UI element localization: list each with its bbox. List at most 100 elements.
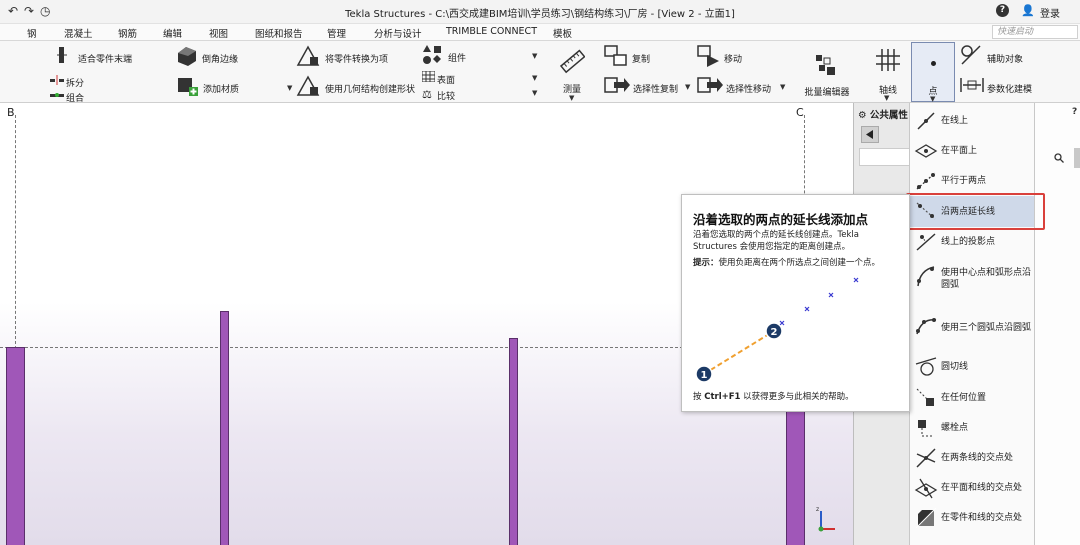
projected-point-icon [916,233,936,251]
right-panel: ? [1034,103,1080,545]
scrollbar[interactable] [1074,148,1080,168]
add-material-button[interactable]: 添加材质 [203,82,239,95]
tab-drawings-reports[interactable]: 图纸和报告 [255,26,303,40]
tooltip-title: 沿着选取的两点的延长线添加点 [693,212,869,227]
batch-editor-button[interactable]: 批量编辑器 [801,85,853,98]
fit-part-end-button[interactable]: 适合零件末端 [78,52,132,65]
column-member[interactable] [6,347,25,545]
parallel-points-icon [916,172,936,190]
tooltip-illustration: 1 2 [695,277,859,383]
title-bar: ↶ ↷ ◷ Tekla Structures - C:\西交成建BIM培训\学员… [0,0,1080,24]
construction-objects-button[interactable]: 辅助对象 [987,52,1023,65]
chevron-down-icon[interactable]: ▼ [532,74,537,82]
split-button[interactable]: 拆分 [66,76,84,89]
chevron-down-icon[interactable]: ▼ [884,94,889,102]
part-line-intersection-icon [915,507,937,529]
menu-item-bolt-points[interactable]: 螺栓点 [910,413,1034,443]
point-icon [931,61,936,66]
tab-trimble-connect[interactable]: TRIMBLE CONNECT [446,26,537,37]
tab-concrete[interactable]: 混凝土 [64,26,93,40]
menu-item-on-line[interactable]: 在线上 [910,106,1034,136]
menu-item-label: 螺栓点 [941,423,969,433]
move-button[interactable]: 移动 [724,52,742,65]
menu-item-part-line-intersection[interactable]: 在零件和线的交点处 [910,503,1034,533]
menu-item-arc-center-point[interactable]: 使用中心点和弧形点沿圆弧 [910,259,1034,301]
column-member[interactable] [220,311,229,545]
parametric-modeling-button[interactable]: 参数化建模 [987,82,1032,95]
chevron-down-icon[interactable]: ▼ [780,83,785,91]
move-special-icon [697,77,723,93]
copy-special-button[interactable]: 选择性复制 [633,82,678,95]
create-shape-button[interactable]: 使用几何结构创建形状 [325,82,415,95]
tab-steel[interactable]: 钢 [27,26,37,40]
help-icon[interactable]: ? [996,4,1009,17]
component-button[interactable]: 组件 [448,51,466,64]
bolt-points-icon [918,420,934,437]
tab-templates[interactable]: 模板 [553,26,572,40]
arrow-left-icon [866,130,873,139]
window-title: Tekla Structures - C:\西交成建BIM培训\学员练习\钢结构… [345,9,735,20]
menu-item-label: 圆切线 [941,362,969,372]
chamfer-edges-button[interactable]: 倒角边缘 [202,52,238,65]
menu-item-on-plane[interactable]: 在平面上 [910,136,1034,166]
chevron-down-icon[interactable]: ▼ [532,89,537,97]
tab-rebar[interactable]: 钢筋 [118,26,137,40]
ribbon-tabs: 钢 混凝土 钢筋 编辑 视图 图纸和报告 管理 分析与设计 TRIMBLE CO… [0,24,1080,43]
chevron-down-icon[interactable]: ▼ [569,94,574,102]
batch-editor-icon [816,55,835,75]
arc-center-icon [917,266,935,287]
chevron-down-icon[interactable]: ▼ [685,83,690,91]
collapse-panel-button[interactable] [861,126,879,143]
point-dropdown-menu: 在线上 在平面上 平行于两点 沿两点延长线 线上的投影点 使用中心点和弧形点沿圆… [909,103,1035,545]
chamfer-icon [178,47,196,66]
menu-item-projected-on-line[interactable]: 线上的投影点 [910,227,1034,257]
quick-launch-input[interactable]: 快速启动 [992,25,1078,39]
column-member[interactable] [509,338,518,545]
user-icon: 👤 [1021,4,1035,17]
menu-item-two-line-intersection[interactable]: 在两条线的交点处 [910,443,1034,473]
ribbon: 适合零件末端 拆分 组合 倒角边缘 添加材质 将零件转换为项 ▼ 使用几何结构创… [0,41,1080,104]
copy-button[interactable]: 复制 [632,52,650,65]
tooltip-tip: 提示：使用负距离在两个所选点之间创建一个点。 [693,258,881,268]
combine-icon [50,93,64,97]
compare-button[interactable]: 比较 [437,89,455,102]
menu-item-label: 使用中心点和弧形点沿圆弧 [941,268,1032,290]
tab-view[interactable]: 视图 [209,26,228,40]
column-member[interactable] [786,403,805,545]
login-link[interactable]: 登录 [1040,5,1060,20]
chevron-down-icon[interactable]: ▼ [287,84,292,92]
property-panel-header: ⚙ 公共属性 [858,110,908,121]
tab-manage[interactable]: 管理 [327,26,346,40]
panel-search-input[interactable] [859,148,910,166]
grid-label-b: B [7,106,15,119]
menu-item-three-arc-points[interactable]: 使用三个圆弧点沿圆弧 [910,309,1034,343]
move-icon [697,45,719,67]
point-button[interactable]: 点 ▼ [911,42,955,103]
menu-item-plane-line-intersection[interactable]: 在平面和线的交点处 [910,473,1034,503]
parametric-modeling-icon [960,78,984,92]
construction-objects-icon [961,45,981,65]
menu-item-label: 平行于两点 [941,176,987,186]
menu-item-label: 在两条线的交点处 [941,453,1014,463]
help-icon[interactable]: ? [1072,107,1077,117]
menu-item-any-position[interactable]: 在任何位置 [910,383,1034,413]
split-icon [50,75,64,85]
tooltip-description: 沿着您选取的两个点的延长线创建点。Tekla Structures 会使用您指定… [693,230,859,252]
three-arc-points-icon [916,318,937,335]
chevron-down-icon[interactable]: ▼ [532,52,537,60]
menu-item-parallel-two-points[interactable]: 平行于两点 [910,166,1034,196]
search-icon[interactable] [1054,153,1064,163]
svg-text:z: z [816,506,819,513]
tooltip-point-1: 1 [701,370,708,381]
fit-part-end-icon [57,47,67,63]
grid-icon [876,49,900,71]
convert-part-to-item-button[interactable]: 将零件转换为项 [325,52,388,65]
tooltip-footer: 按 Ctrl+F1 以获得更多与此相关的帮助。 [693,392,854,402]
tab-analysis-design[interactable]: 分析与设计 [374,26,422,40]
surface-button[interactable]: 表面 [437,73,455,86]
add-material-icon [178,78,198,96]
move-special-button[interactable]: 选择性移动 [726,82,771,95]
create-shape-icon [296,75,320,96]
measure-icon [559,49,585,74]
menu-item-tangent-circle[interactable]: 圆切线 [910,351,1034,383]
